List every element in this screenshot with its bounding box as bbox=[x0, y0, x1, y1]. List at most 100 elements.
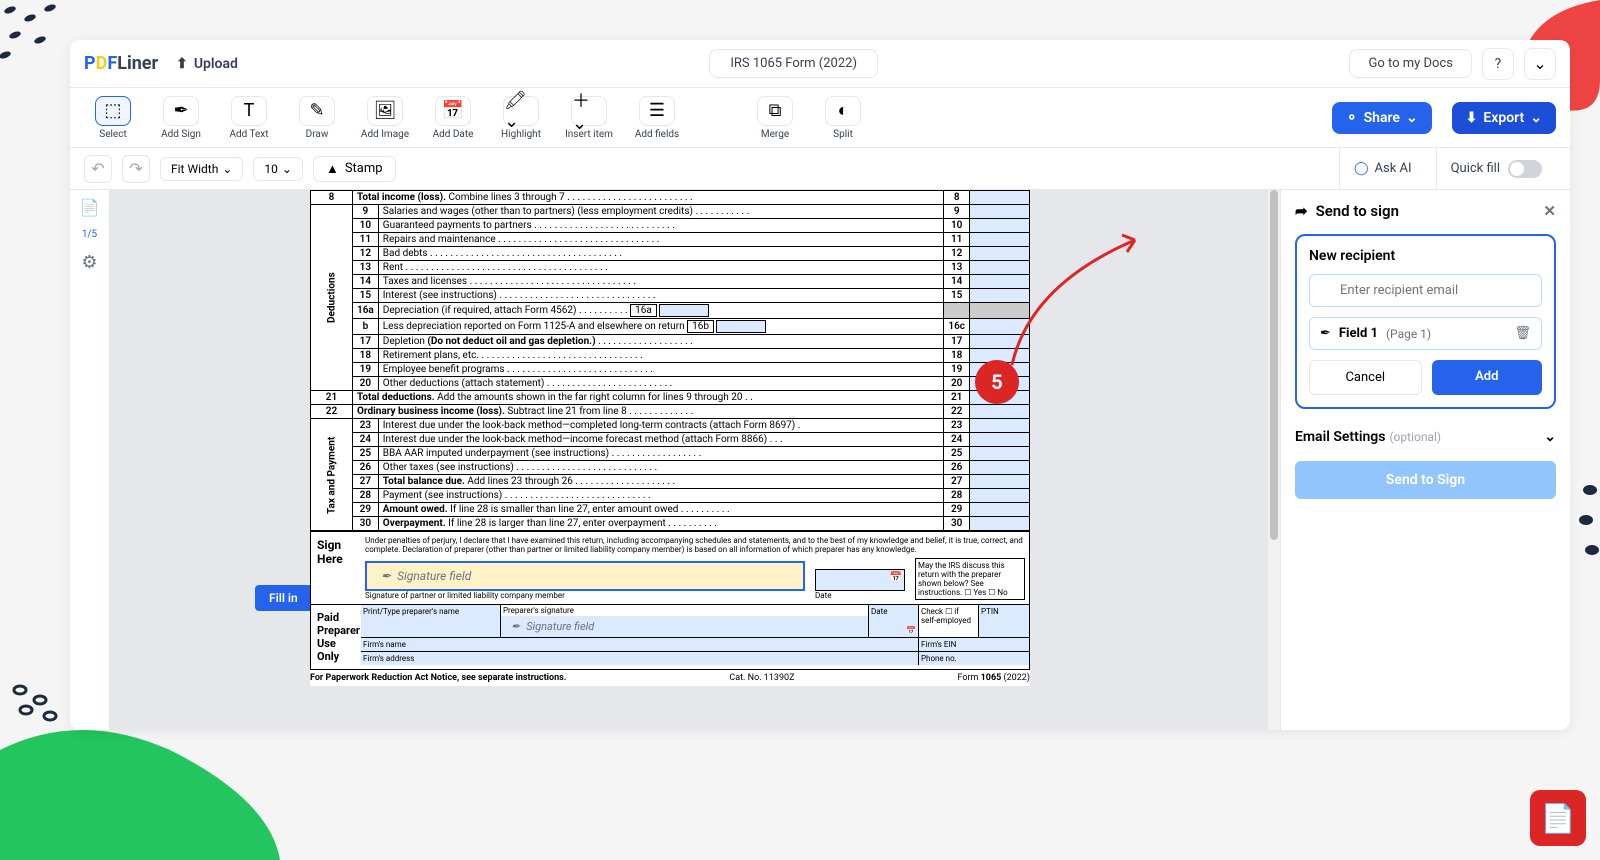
quick-fill-toggle[interactable] bbox=[1508, 160, 1542, 178]
phone-cell[interactable]: Phone no. bbox=[919, 652, 1029, 665]
signature-field-2[interactable]: ✒ Signature field bbox=[501, 616, 868, 637]
calendar-icon: 📅 bbox=[890, 572, 902, 583]
redo-button[interactable]: ↷ bbox=[122, 155, 150, 183]
delete-field-button[interactable]: 🗑 bbox=[1514, 326, 1531, 341]
menu-dropdown-button[interactable]: ⌄ bbox=[1524, 48, 1556, 80]
share-icon: ⚬ bbox=[1346, 110, 1358, 126]
export-button[interactable]: ⬇Export⌄ bbox=[1452, 102, 1556, 134]
left-sidebar: 📄 1/5 ⚙ bbox=[70, 190, 110, 730]
firms-addr-cell[interactable]: Firm's address bbox=[361, 652, 919, 665]
quick-fill: Quick fill bbox=[1436, 148, 1556, 189]
form-table: 8Total income (loss). Combine lines 3 th… bbox=[310, 190, 1030, 531]
cursor-icon: ⬚ bbox=[95, 96, 131, 126]
self-employed-check[interactable]: Check ☐ if self-employed bbox=[919, 605, 979, 637]
vertical-scrollbar[interactable] bbox=[1268, 190, 1280, 730]
catno-text: Cat. No. 11390Z bbox=[729, 673, 794, 683]
tool-add-fields[interactable]: ☰Add fields bbox=[628, 96, 686, 140]
tool-highlight[interactable]: 🖍 ⌄Highlight bbox=[492, 96, 550, 140]
split-icon: ◐ bbox=[825, 96, 861, 126]
panel-header: ➦ Send to sign ✕ bbox=[1295, 202, 1556, 220]
send-to-sign-button[interactable]: Send to Sign bbox=[1295, 461, 1556, 499]
stamp-button[interactable]: ▲Stamp bbox=[313, 156, 396, 182]
paid-preparer-label: Paid Preparer Use Only bbox=[311, 605, 361, 669]
chevron-down-icon: ⌄ bbox=[1530, 110, 1542, 126]
help-button[interactable]: ? bbox=[1482, 48, 1514, 80]
goto-docs-button[interactable]: Go to my Docs bbox=[1349, 49, 1472, 78]
plus-icon: ＋ ⌄ bbox=[571, 96, 607, 126]
ai-icon: ◯ bbox=[1354, 161, 1369, 176]
tool-merge[interactable]: ⧉Merge bbox=[746, 96, 804, 140]
app-window: PDFLiner ⬆Upload IRS 1065 Form (2022) Go… bbox=[70, 40, 1570, 730]
preparer-date[interactable]: Date📅 bbox=[869, 605, 919, 637]
add-recipient-button[interactable]: Add bbox=[1432, 360, 1543, 395]
perjury-text: Under penalties of perjury, I declare th… bbox=[365, 536, 1025, 554]
image-icon: 🖼 bbox=[367, 96, 403, 126]
new-recipient-card: New recipient ✒ Field 1 (Page 1) 🗑 Cance… bbox=[1295, 234, 1556, 409]
sig-caption: Signature of partner or limited liabilit… bbox=[365, 591, 805, 600]
sign-icon: ✒ bbox=[163, 96, 199, 126]
logo: PDFLiner bbox=[84, 53, 158, 74]
chevron-down-icon: ⌄ bbox=[1406, 110, 1418, 126]
chevron-down-icon: ⌄ bbox=[282, 162, 292, 176]
send-to-sign-panel: ➦ Send to sign ✕ New recipient ✒ Field 1… bbox=[1280, 190, 1570, 730]
main-toolbar: ⬚Select ✒Add Sign TAdd Text ✎Draw 🖼Add I… bbox=[70, 88, 1570, 148]
calendar-icon: 📅 bbox=[435, 96, 471, 126]
pdf-badge-icon: 📄 bbox=[1530, 790, 1586, 846]
text-icon: T bbox=[231, 96, 267, 126]
download-icon: ⬇ bbox=[1466, 110, 1478, 126]
chevron-down-icon: ⌄ bbox=[1533, 54, 1546, 73]
upload-button[interactable]: ⬆Upload bbox=[176, 56, 238, 72]
stamp-icon: ▲ bbox=[326, 161, 339, 177]
form-footer: Form 1065 (2022) bbox=[957, 673, 1030, 683]
share-button[interactable]: ⚬Share⌄ bbox=[1332, 102, 1432, 134]
sign-icon: ✒ bbox=[1320, 326, 1331, 341]
fill-in-button[interactable]: Fill in bbox=[255, 585, 312, 611]
firms-ein-cell[interactable]: Firm's EIN bbox=[919, 638, 1029, 651]
document-title[interactable]: IRS 1065 Form (2022) bbox=[709, 49, 878, 78]
zoom-dropdown[interactable]: 10⌄ bbox=[253, 157, 303, 181]
chevron-down-icon: ⌄ bbox=[222, 162, 232, 176]
new-recipient-title: New recipient bbox=[1309, 248, 1542, 264]
draw-icon: ✎ bbox=[299, 96, 335, 126]
main-area: 📄 1/5 ⚙ Fill in 8Total income (loss). Co… bbox=[70, 190, 1570, 730]
highlight-icon: 🖍 ⌄ bbox=[503, 96, 539, 126]
firms-name-cell[interactable]: Firm's name bbox=[361, 638, 919, 651]
upload-icon: ⬆ bbox=[176, 56, 188, 72]
undo-button[interactable]: ↶ bbox=[84, 155, 112, 183]
topbar: PDFLiner ⬆Upload IRS 1065 Form (2022) Go… bbox=[70, 40, 1570, 88]
sub-toolbar: ↶ ↷ Fit Width⌄ 10⌄ ▲Stamp ◯Ask AI Quick … bbox=[70, 148, 1570, 190]
paperwork-text: For Paperwork Reduction Act Notice, see … bbox=[310, 673, 566, 683]
signature-field-1[interactable]: ✒ Signature field bbox=[365, 561, 805, 591]
scrollbar-thumb[interactable] bbox=[1270, 190, 1278, 540]
tool-add-text[interactable]: TAdd Text bbox=[220, 96, 278, 140]
page-icon[interactable]: 📄 bbox=[80, 198, 100, 217]
sign-here-label: Sign Here bbox=[311, 532, 361, 604]
chevron-down-icon: ⌄ bbox=[1544, 429, 1556, 445]
date-field[interactable]: 📅 bbox=[815, 569, 905, 591]
tool-select[interactable]: ⬚Select bbox=[84, 96, 142, 140]
print-type-cell[interactable]: Print/Type preparer's name bbox=[361, 605, 501, 637]
date-label: Date bbox=[815, 591, 905, 600]
calendar-icon: 📅 bbox=[906, 626, 916, 635]
tool-add-image[interactable]: 🖼Add Image bbox=[356, 96, 414, 140]
recipient-email-input[interactable] bbox=[1309, 274, 1542, 307]
tool-add-date[interactable]: 📅Add Date bbox=[424, 96, 482, 140]
fields-icon: ☰ bbox=[639, 96, 675, 126]
email-settings-toggle[interactable]: Email Settings (optional) ⌄ bbox=[1295, 429, 1556, 445]
ask-ai-button[interactable]: ◯Ask AI bbox=[1339, 148, 1426, 189]
tool-add-sign[interactable]: ✒Add Sign bbox=[152, 96, 210, 140]
tool-draw[interactable]: ✎Draw bbox=[288, 96, 346, 140]
cancel-button[interactable]: Cancel bbox=[1309, 360, 1422, 395]
send-icon: ➦ bbox=[1295, 202, 1308, 220]
page-indicator: 1/5 bbox=[82, 229, 97, 240]
fit-width-dropdown[interactable]: Fit Width⌄ bbox=[160, 157, 243, 181]
irs-discuss-box: May the IRS discuss this return with the… bbox=[915, 558, 1025, 600]
prep-sig-label: Preparer's signature bbox=[501, 605, 868, 616]
assigned-field-row: ✒ Field 1 (Page 1) 🗑 bbox=[1309, 317, 1542, 350]
settings-button[interactable]: ⚙ bbox=[81, 252, 97, 273]
tool-split[interactable]: ◐Split bbox=[814, 96, 872, 140]
close-panel-button[interactable]: ✕ bbox=[1543, 202, 1556, 220]
merge-icon: ⧉ bbox=[757, 96, 793, 126]
tool-insert-item[interactable]: ＋ ⌄Insert item bbox=[560, 96, 618, 140]
ptin-cell[interactable]: PTIN bbox=[979, 605, 1029, 637]
